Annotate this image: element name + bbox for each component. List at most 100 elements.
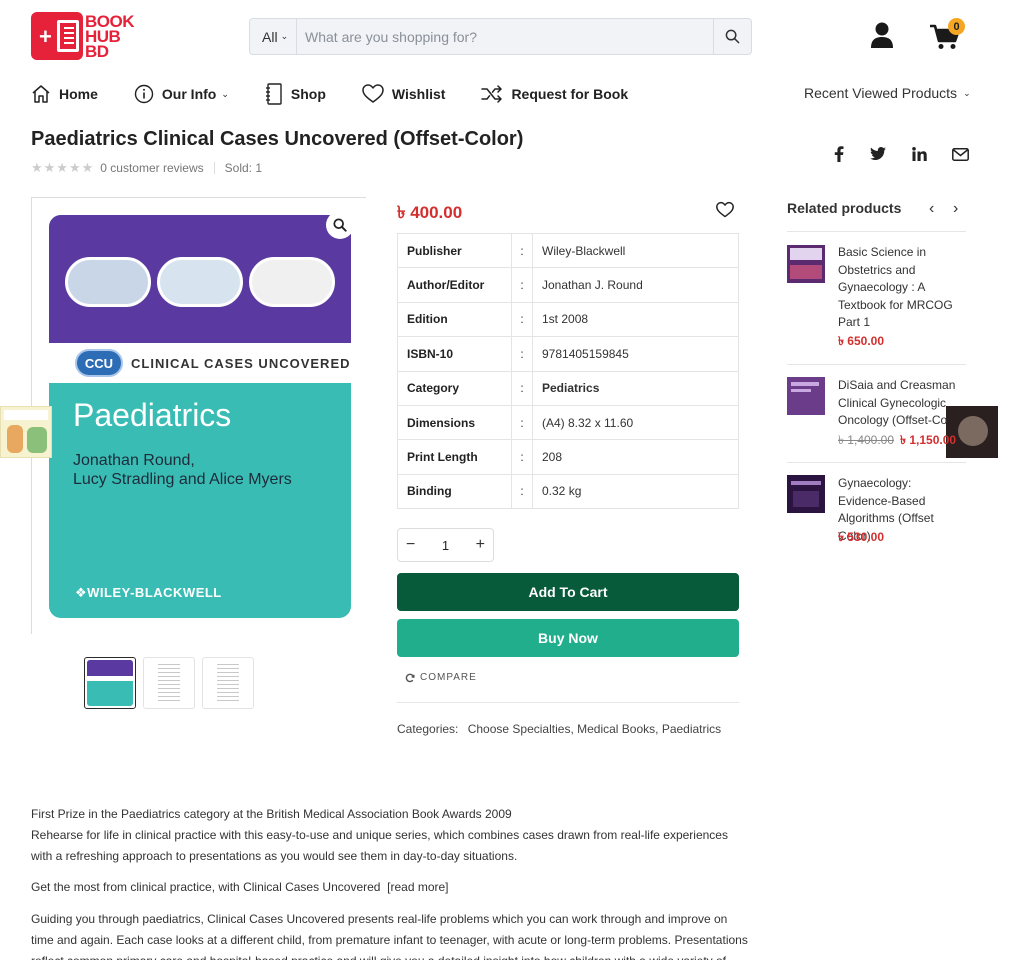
wishlist-heart-icon[interactable]	[716, 201, 734, 219]
email-icon[interactable]	[951, 145, 969, 163]
quantity-stepper: − 1 +	[397, 528, 494, 562]
sold-count: Sold: 1	[224, 161, 263, 175]
spec-colon: :	[511, 232, 533, 269]
zoom-button[interactable]	[326, 211, 354, 239]
nav-our-info[interactable]: Our Info ⌄	[134, 84, 229, 104]
info-icon	[134, 84, 154, 104]
search-category-select[interactable]: All ⌄	[250, 29, 296, 45]
related-product-image[interactable]	[787, 475, 825, 513]
related-product-image[interactable]	[787, 245, 825, 283]
product-meta: ★★★★★ 0 customer reviews Sold: 1	[31, 160, 262, 176]
search-icon	[333, 218, 347, 232]
add-to-cart-button[interactable]: Add To Cart	[397, 573, 739, 611]
chevron-right-icon[interactable]: ›	[953, 200, 958, 218]
minus-icon[interactable]: −	[406, 536, 415, 554]
logo-text: BOOK HUB BD	[85, 11, 135, 61]
linkedin-icon[interactable]	[910, 145, 928, 163]
divider	[397, 702, 739, 703]
categories-links[interactable]: Choose Specialties, Medical Books, Paedi…	[468, 722, 721, 736]
chevron-left-icon[interactable]: ‹	[929, 200, 934, 218]
spec-value[interactable]: Pediatrics	[532, 370, 739, 406]
shuffle-icon	[481, 85, 503, 103]
related-product-price: ৳ 1,400.00 ৳ 1,150.00	[838, 433, 957, 447]
nav-home-label: Home	[59, 86, 98, 102]
search-input[interactable]	[297, 19, 713, 54]
facebook-icon[interactable]	[830, 145, 848, 163]
spec-colon: :	[511, 336, 533, 372]
search-bar: All ⌄	[249, 18, 752, 55]
product-thumbnail[interactable]	[84, 657, 136, 709]
search-button[interactable]	[713, 19, 751, 54]
nav-home[interactable]: Home	[31, 84, 98, 104]
logo-book-icon: +	[31, 12, 83, 60]
nav-shop[interactable]: Shop	[265, 83, 326, 105]
spec-key: ISBN-10	[397, 336, 512, 372]
plus-icon[interactable]: +	[476, 536, 485, 554]
nav-wishlist-label: Wishlist	[391, 86, 446, 102]
nav-shop-label: Shop	[290, 86, 326, 102]
related-product-price: ৳ 530.00	[838, 530, 885, 544]
categories-label: Categories:	[397, 722, 459, 736]
divider	[787, 231, 966, 232]
spec-row: Publisher: Wiley-Blackwell	[397, 232, 739, 269]
user-account-icon[interactable]	[870, 21, 894, 49]
related-product-name[interactable]: DiSaia and Creasman Clinical Gynecologic…	[838, 377, 966, 430]
nav-request-book[interactable]: Request for Book	[481, 85, 628, 103]
product-price: ৳ 400.00	[397, 203, 463, 222]
spec-row: Dimensions: (A4) 8.32 x 11.60	[397, 404, 739, 441]
spec-row: Edition:1st 2008	[397, 301, 739, 338]
search-icon	[725, 29, 740, 44]
spec-value: 9781405159845	[532, 336, 739, 372]
cart-count-badge: 0	[948, 18, 965, 35]
description-paragraph: Get the most from clinical practice, wit…	[31, 880, 449, 894]
spec-value: 1st 2008	[532, 301, 739, 338]
quantity-value[interactable]: 1	[442, 538, 449, 553]
nav-our-info-label: Our Info	[161, 86, 217, 102]
product-categories: Categories: Choose Specialties, Medical …	[397, 722, 721, 736]
heart-icon	[362, 84, 384, 103]
related-product-image[interactable]	[787, 377, 825, 415]
read-more-link[interactable]: [read more]	[387, 880, 448, 894]
product-main-image[interactable]: CCU CLINICAL CASES UNCOVERED Paediatrics…	[49, 215, 351, 618]
description-paragraph: Guiding you through paediatrics, Clinica…	[31, 912, 748, 960]
product-thumbnail[interactable]	[143, 657, 195, 709]
product-title: Paediatrics Clinical Cases Uncovered (Of…	[31, 128, 524, 150]
chevron-down-icon: ⌄	[221, 88, 229, 99]
spec-key: Author/Editor	[397, 267, 512, 303]
spec-colon: :	[511, 439, 533, 475]
rating-stars-icon: ★★★★★	[31, 160, 95, 175]
spec-value: 0.32 kg	[532, 473, 739, 510]
main-nav: Home Our Info ⌄ Shop Wishlist Request fo…	[31, 81, 664, 107]
spec-row: ISBN-10:9781405159845	[397, 336, 739, 372]
nav-wishlist[interactable]: Wishlist	[362, 84, 446, 104]
spec-row: Print Length:208	[397, 439, 739, 475]
home-icon	[32, 85, 50, 103]
spec-key: Publisher	[397, 232, 512, 269]
reviews-link[interactable]: 0 customer reviews	[100, 161, 203, 175]
spec-colon: :	[511, 370, 533, 406]
twitter-icon[interactable]	[869, 145, 887, 163]
ccu-badge: CCU	[75, 349, 123, 377]
spec-colon: :	[511, 267, 533, 303]
recent-viewed-dropdown[interactable]: Recent Viewed Products ⌄	[804, 85, 971, 101]
cover-publisher: ❖WILEY-BLACKWELL	[75, 585, 222, 600]
spec-value: Jonathan J. Round	[532, 267, 739, 303]
chevron-down-icon: ⌄	[280, 31, 289, 41]
related-products-title: Related products	[787, 200, 902, 216]
nav-request-book-label: Request for Book	[511, 86, 629, 102]
related-product-name[interactable]: Basic Science in Obstetrics and Gynaecol…	[838, 244, 966, 332]
site-logo[interactable]: + BOOK HUB BD	[31, 11, 135, 61]
product-spec-table: Publisher: Wiley-Blackwell Author/Editor: J…	[397, 232, 739, 510]
spec-colon: :	[511, 301, 533, 338]
compare-link[interactable]: COMPARE	[405, 672, 477, 683]
spec-row: Binding:0.32 kg	[397, 473, 739, 510]
spec-key: Print Length	[397, 439, 512, 475]
refresh-icon	[405, 673, 415, 682]
spec-row: Author/Editor: Jonathan J. Round	[397, 267, 739, 303]
buy-now-button[interactable]: Buy Now	[397, 619, 739, 657]
cover-title: Paediatrics	[73, 397, 232, 433]
floating-recent-product[interactable]	[0, 406, 52, 458]
product-thumbnail[interactable]	[202, 657, 254, 709]
cover-series: CLINICAL CASES UNCOVERED	[131, 356, 351, 371]
spec-key: Edition	[397, 301, 512, 338]
